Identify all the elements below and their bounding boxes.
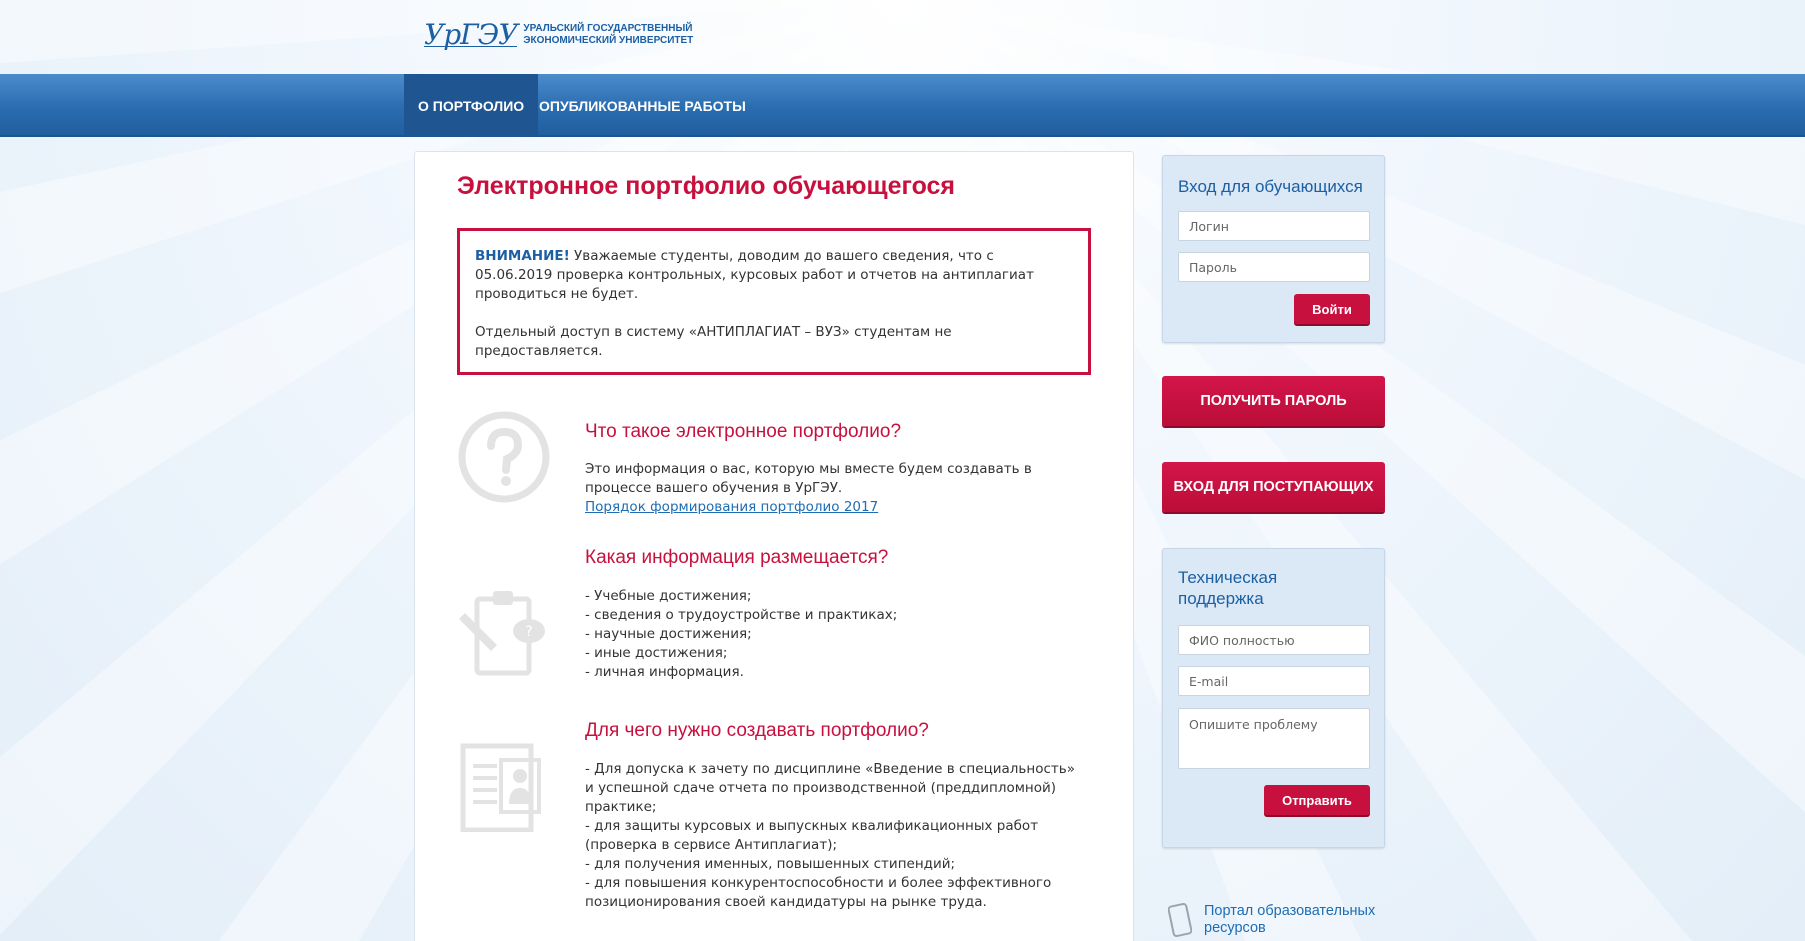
login-button[interactable]: Войти [1294,294,1370,324]
portal-link[interactable]: Портал образовательных ресурсов [1168,903,1384,937]
send-button[interactable]: Отправить [1264,785,1370,815]
section-title: Какая информация размещается? [585,547,889,568]
main-content: Электронное портфолио обучающегося ВНИМА… [414,151,1134,941]
question-icon [458,411,550,503]
svg-text:?: ? [525,624,532,640]
list-item: - Для допуска к зачету по дисциплине «Вв… [585,761,1075,815]
list-item: - для защиты курсовых и выпускных квалиф… [585,818,1039,853]
login-box-title: Вход для обучающихся [1178,177,1363,196]
nav-item-about-portfolio[interactable]: О портфолио [404,74,539,137]
email-input[interactable] [1178,666,1370,696]
support-box-title: Техническая поддержка [1178,568,1278,608]
logo-text: Уральский государственный экономический … [523,23,693,47]
notice-paragraph-1: ВНИМАНИЕ! Уважаемые студенты, доводим до… [475,247,1073,304]
portal-link-text: Портал образовательных ресурсов [1204,903,1376,936]
section-list: - Учебные достижения; - сведения о трудо… [585,587,1085,682]
section-list: - Для допуска к зачету по дисциплине «Вв… [585,760,1085,912]
list-item: - личная информация. [585,664,744,680]
section-what-is: Что такое электронное портфолио? Это инф… [457,410,1091,520]
list-item: - для получения именных, повышенных стип… [585,856,956,872]
clipboard-icon: ? [459,591,545,676]
student-login-box: Вход для обучающихся Войти [1162,155,1385,343]
list-item: - сведения о трудоустройстве и практиках… [585,607,898,623]
certificate-icon [460,743,541,832]
page-title: Электронное портфолио обучающегося [457,172,956,200]
main-nav: О портфолио Опубликованные работы [0,74,1805,137]
section-title: Для чего нужно создавать портфолио? [585,720,929,741]
logo-line-1: Уральский государственный [523,22,693,34]
section-text: Это информация о вас, которую мы вместе … [585,461,1032,496]
attention-notice: ВНИМАНИЕ! Уважаемые студенты, доводим до… [457,228,1091,375]
list-item: - Учебные достижения; [585,588,752,604]
list-item: - научные достижения; [585,626,752,642]
password-input[interactable] [1178,252,1370,282]
site-header: УрГЭУ Уральский государственный экономич… [0,0,1805,74]
notice-strong: ВНИМАНИЕ! [475,248,570,264]
tablet-icon [1168,903,1192,937]
nav-item-published-works[interactable]: Опубликованные работы [525,74,760,137]
tech-support-box: Техническая поддержка Отправить [1162,548,1385,848]
logo-line-2: экономический университет [523,34,694,46]
get-password-button[interactable]: Получить пароль [1162,376,1385,426]
university-logo[interactable]: УрГЭУ Уральский государственный экономич… [424,18,693,51]
applicants-login-button[interactable]: Вход для поступающих [1162,462,1385,512]
list-item: - иные достижения; [585,645,728,661]
problem-textarea[interactable] [1178,708,1370,769]
list-item: - для повышения конкурентоспособности и … [585,875,1052,910]
section-why: Для чего нужно создавать портфолио? - Дл… [457,720,1091,941]
logo-mark: УрГЭУ [424,18,518,51]
section-info: ? Какая информация размещается? - Учебны… [457,547,1091,707]
full-name-input[interactable] [1178,625,1370,655]
section-body: Это информация о вас, которую мы вместе … [585,460,1085,517]
portfolio-order-link[interactable]: Порядок формирования портфолио 2017 [585,499,878,515]
notice-paragraph-2: Отдельный доступ в систему «АНТИПЛАГИАТ … [475,324,952,359]
login-input[interactable] [1178,211,1370,241]
section-title: Что такое электронное портфолио? [585,421,902,442]
